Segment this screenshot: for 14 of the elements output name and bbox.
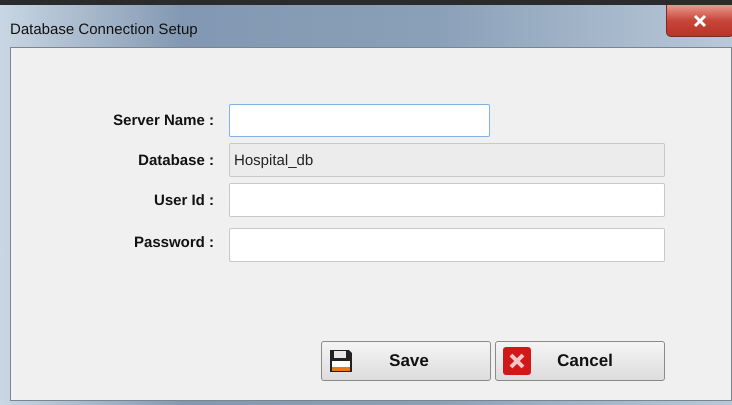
text-field[interactable]: [229, 228, 665, 262]
field-label: Server Name :: [112, 112, 214, 129]
text-field[interactable]: [229, 104, 490, 137]
cancel-button[interactable]: Cancel: [495, 341, 665, 381]
text-field[interactable]: [229, 183, 665, 217]
field-label: Password :: [132, 234, 214, 251]
close-button[interactable]: [666, 5, 732, 37]
close-icon: [502, 346, 532, 376]
field-label: User Id :: [152, 192, 214, 208]
save-button[interactable]: Save: [321, 341, 491, 381]
field-label: Database :: [137, 152, 214, 168]
close-icon: [692, 14, 708, 28]
text-field[interactable]: Hospital_db: [229, 143, 665, 177]
window-title: Database Connection Setup: [10, 20, 198, 38]
